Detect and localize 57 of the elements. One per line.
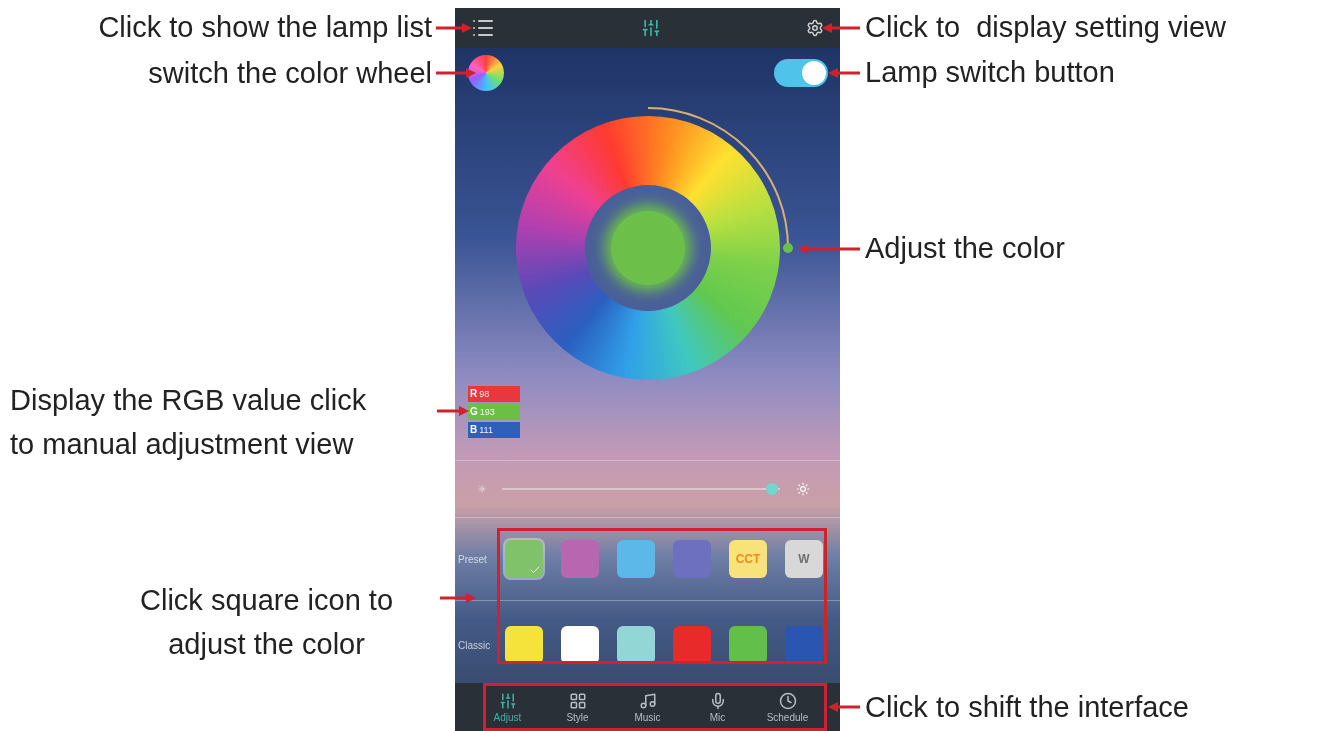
nav-tab[interactable]: Adjust (472, 691, 543, 723)
leader-arrow (828, 68, 860, 78)
nav-tab[interactable]: Style (542, 691, 613, 723)
color-swatch[interactable] (673, 626, 711, 664)
brightness-thumb[interactable] (765, 483, 778, 495)
hue-handle[interactable] (782, 243, 793, 253)
rgb-value-row[interactable]: R 98 (468, 386, 520, 402)
leader-arrow (436, 68, 476, 78)
bright-sun-icon (796, 482, 810, 496)
swatch-label: CCT (735, 551, 761, 568)
sliders-icon[interactable] (640, 18, 661, 38)
callout-text: Click to shift the interface (865, 692, 1189, 722)
channel-label: G (470, 407, 478, 417)
rgb-value-row[interactable]: B 111 (468, 422, 520, 438)
channel-label: R (470, 389, 478, 399)
color-swatch[interactable] (561, 540, 599, 578)
color-swatch[interactable] (617, 540, 655, 578)
callout-text: Display the RGB value click to manual adjustment view (10, 383, 367, 462)
channel-label: B (470, 425, 478, 435)
color-wheel-icon[interactable] (468, 55, 504, 91)
channel-value: 111 (479, 425, 493, 435)
leader-arrow (822, 23, 860, 33)
leader-arrow (828, 702, 860, 712)
leader-arrow (436, 23, 472, 33)
color-swatch[interactable] (505, 540, 543, 578)
lamp-switch[interactable] (774, 59, 828, 87)
color-swatch[interactable] (785, 626, 823, 664)
callout-text: Lamp switch button (865, 57, 1115, 87)
callout-text: Adjust the color (865, 233, 1065, 263)
callout-text: switch the color wheel (148, 58, 432, 88)
nav-tab[interactable]: Music (612, 691, 683, 723)
channel-value: 98 (479, 389, 490, 399)
color-swatch[interactable] (617, 626, 655, 664)
music-note-icon (638, 691, 657, 710)
color-swatch[interactable]: W (785, 540, 823, 578)
leader-arrow (798, 244, 860, 254)
color-swatch[interactable] (729, 626, 767, 664)
callout-text: Click to display setting view (865, 12, 1227, 42)
clock-icon (778, 691, 797, 710)
callout-text: Click square icon to adjust the color (140, 583, 394, 662)
leader-arrow (437, 406, 469, 416)
check-icon (529, 564, 541, 576)
sliders-icon (498, 691, 517, 710)
leader-arrow (440, 593, 476, 603)
channel-value: 193 (479, 407, 495, 417)
nav-tab[interactable]: Mic (682, 691, 753, 723)
row-label: Classic (458, 638, 492, 653)
color-swatch[interactable] (673, 540, 711, 578)
color-swatch[interactable] (505, 626, 543, 664)
grid-icon (568, 691, 587, 710)
nav-tab[interactable]: Schedule (752, 691, 823, 723)
row-label: Preset (458, 552, 488, 567)
color-swatch[interactable] (561, 626, 599, 664)
callout-text: Click to show the lamp list (98, 12, 432, 42)
settings-icon[interactable] (806, 19, 824, 37)
dim-sun-icon (478, 485, 486, 493)
swatch-label: W (798, 551, 810, 568)
